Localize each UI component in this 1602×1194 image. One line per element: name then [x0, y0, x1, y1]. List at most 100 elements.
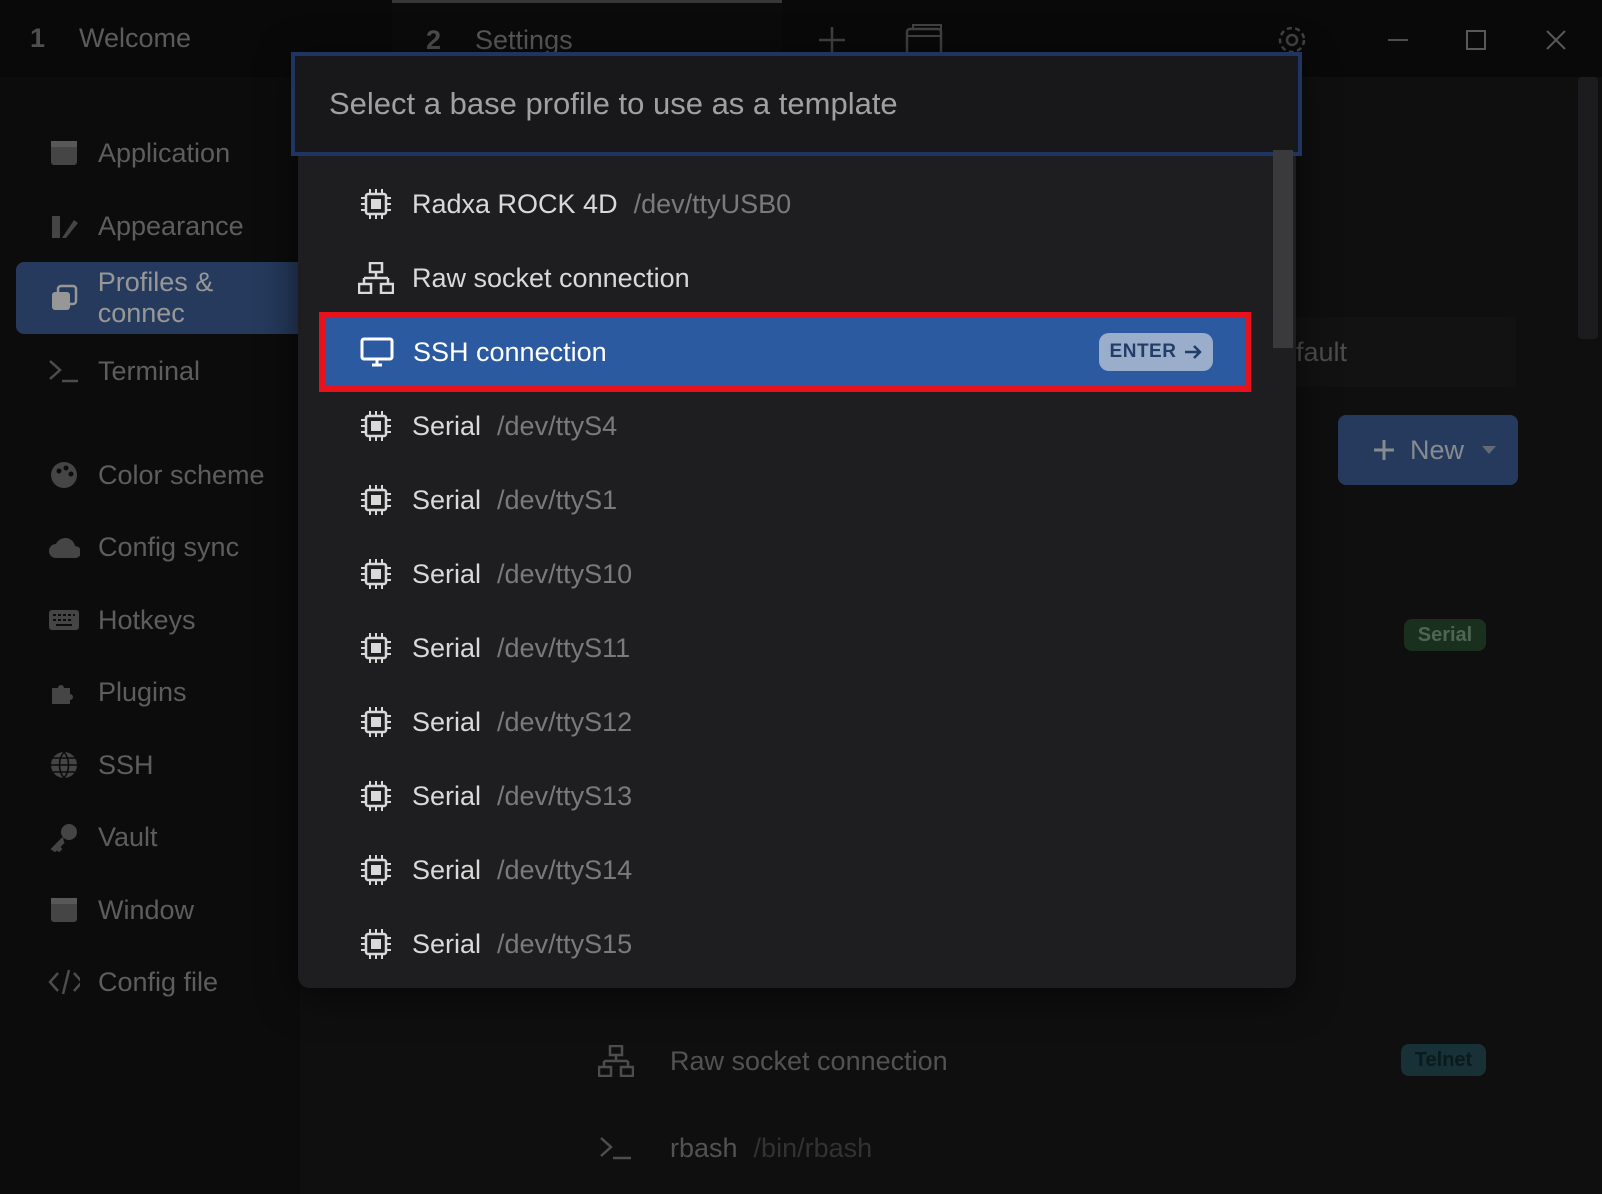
sidebar-item-profiles[interactable]: Profiles & connec: [16, 262, 306, 334]
template-search-box[interactable]: [291, 52, 1302, 156]
item-path: /dev/ttyS11: [497, 632, 631, 663]
chip-icon: [358, 704, 394, 740]
code-icon: [48, 966, 80, 998]
paint-icon: [48, 210, 80, 242]
cloud-icon: [48, 531, 80, 563]
chip-icon: [358, 556, 394, 592]
list-item[interactable]: Serial /dev/ttyS14: [330, 837, 1245, 903]
list-item-selected[interactable]: SSH connection ENTER: [319, 312, 1251, 392]
item-path: /dev/ttyS12: [497, 706, 633, 737]
status-badge: Serial: [1404, 619, 1486, 651]
profiles-icon: [48, 282, 80, 314]
desktop-icon: [359, 334, 395, 370]
list-item[interactable]: Serial /dev/ttyS1: [330, 467, 1245, 533]
list-item[interactable]: Serial /dev/ttyS4: [330, 393, 1245, 459]
minimize-icon[interactable]: [1378, 20, 1418, 60]
sidebar-item-label: Color scheme: [98, 459, 265, 490]
item-label: Radxa ROCK 4D: [412, 188, 618, 219]
chip-icon: [358, 630, 394, 666]
list-item[interactable]: Raw socket connection: [330, 245, 1245, 311]
list-item[interactable]: Serial /dev/ttyS10: [330, 541, 1245, 607]
sidebar-item-label: Plugins: [98, 676, 187, 707]
sidebar-item-window[interactable]: Window: [16, 874, 306, 946]
sidebar-item-label: Window: [98, 894, 195, 925]
item-path: /dev/ttyS1: [497, 484, 618, 515]
item-label: Serial: [412, 780, 482, 811]
sidebar-item-color-scheme[interactable]: Color scheme: [16, 439, 306, 511]
item-label: Serial: [412, 928, 482, 959]
sidebar-item-plugins[interactable]: Plugins: [16, 656, 306, 728]
network-icon: [358, 260, 394, 296]
item-path: /dev/ttyS15: [497, 928, 633, 959]
keyboard-icon: [48, 604, 80, 636]
sidebar-item-label: Hotkeys: [98, 604, 196, 635]
sidebar-item-label: Terminal: [98, 355, 201, 386]
profile-row-label: Raw socket connection: [670, 1045, 948, 1076]
tab-label: Settings: [475, 24, 573, 55]
modal-scrollbar[interactable]: [1273, 150, 1293, 348]
profile-row[interactable]: rbash /bin/rbash: [596, 1118, 872, 1178]
item-label: SSH connection: [413, 336, 607, 367]
new-button-label: New: [1410, 434, 1465, 465]
sidebar-item-label: Profiles & connec: [97, 267, 214, 328]
terminal-icon: [596, 1135, 636, 1161]
sidebar-item-ssh[interactable]: SSH: [16, 729, 306, 801]
sidebar-item-appearance[interactable]: Appearance: [16, 190, 306, 262]
sidebar-item-terminal[interactable]: Terminal: [16, 335, 306, 407]
new-profile-button[interactable]: New: [1338, 415, 1518, 485]
item-path: /dev/ttyS14: [497, 854, 633, 885]
item-path: /dev/ttyS4: [497, 410, 618, 441]
default-profile-value: fault: [1296, 336, 1348, 367]
enter-label: ENTER: [1109, 341, 1177, 362]
chip-icon: [358, 778, 394, 814]
item-label: Serial: [412, 706, 482, 737]
template-search-input[interactable]: [329, 86, 1298, 122]
sidebar-item-label: Appearance: [98, 210, 244, 241]
sidebar-item-config-sync[interactable]: Config sync: [16, 511, 306, 583]
list-item[interactable]: Serial /dev/ttyS12: [330, 689, 1245, 755]
item-label: Raw socket connection: [412, 262, 690, 293]
list-item[interactable]: Serial /dev/ttyS13: [330, 763, 1245, 829]
key-icon: [48, 821, 80, 853]
profile-row[interactable]: Raw socket connection: [596, 1031, 948, 1091]
sidebar-item-label: Vault: [98, 821, 158, 852]
list-item[interactable]: Serial /dev/ttyS11: [330, 615, 1245, 681]
enter-key-hint: ENTER: [1099, 333, 1213, 371]
item-path: /dev/ttyS10: [497, 558, 633, 589]
close-icon[interactable]: [1536, 20, 1576, 60]
palette-icon: [48, 459, 80, 491]
sidebar-item-config-file[interactable]: Config file: [16, 946, 306, 1018]
terminal-icon: [48, 355, 80, 387]
status-badge: Telnet: [1401, 1044, 1486, 1076]
plus-icon: [1372, 438, 1396, 462]
item-label: Serial: [412, 484, 482, 515]
list-item[interactable]: Serial /dev/ttyS15: [330, 911, 1245, 977]
sidebar-item-hotkeys[interactable]: Hotkeys: [16, 584, 306, 656]
sidebar-item-label: Application: [98, 137, 231, 168]
window-icon: [48, 137, 80, 169]
profile-row-path: /bin/rbash: [753, 1132, 873, 1163]
sidebar-item-label: Config sync: [98, 531, 240, 562]
globe-icon: [48, 749, 80, 781]
item-label: Serial: [412, 854, 482, 885]
chip-icon: [358, 186, 394, 222]
list-item[interactable]: Radxa ROCK 4D /dev/ttyUSB0: [330, 171, 1245, 237]
profile-row-label: rbash: [670, 1132, 738, 1163]
sidebar-item-application[interactable]: Application: [16, 117, 306, 189]
caret-down-icon: [1482, 446, 1497, 454]
tab-number: 2: [426, 24, 442, 55]
item-label: Serial: [412, 410, 482, 441]
sidebar-item-label: SSH: [98, 749, 154, 780]
chip-icon: [358, 482, 394, 518]
arrow-right-icon: [1184, 344, 1203, 360]
chip-icon: [358, 408, 394, 444]
tab-number: 1: [30, 23, 46, 53]
chip-icon: [358, 926, 394, 962]
page-scrollbar[interactable]: [1578, 77, 1598, 339]
maximize-icon[interactable]: [1456, 20, 1496, 60]
network-icon: [596, 1045, 636, 1077]
sidebar-item-vault[interactable]: Vault: [16, 801, 306, 873]
chip-icon: [358, 852, 394, 888]
window-icon: [48, 894, 80, 926]
default-profile-field[interactable]: fault: [1270, 317, 1516, 387]
